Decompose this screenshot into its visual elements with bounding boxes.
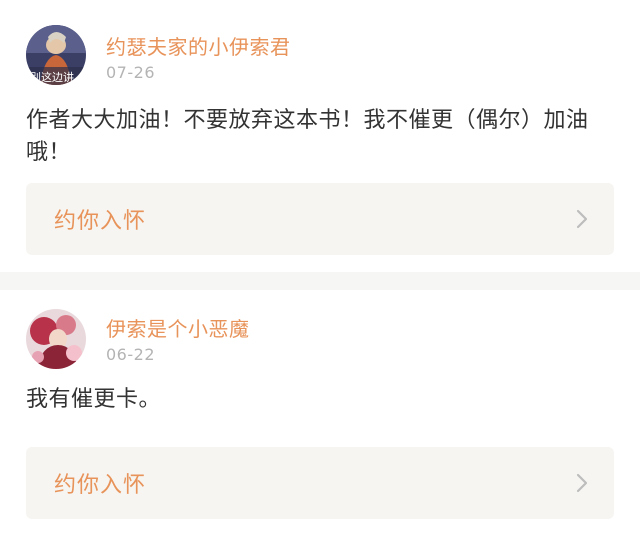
book-title: 约你入怀 (54, 473, 147, 498)
comment-text: 作者大大加油！不要放弃这本书！我不催更（偶尔）加油哦！ (26, 108, 589, 165)
book-link-card[interactable]: 约你入怀 (26, 183, 614, 255)
comment-date: 06-22 (106, 345, 155, 364)
comment-card: 别这边讲 约瑟夫家的小伊索君 07-26 作者大大加油！不要放弃这本书！我不催更… (0, 0, 640, 272)
avatar[interactable]: 别这边讲 (26, 25, 86, 85)
username[interactable]: 伊索是个小恶魔 (106, 313, 250, 342)
comment-date: 07-26 (106, 63, 155, 82)
chevron-right-icon (576, 473, 588, 497)
comment-text: 我有催更卡。 (26, 387, 162, 412)
username[interactable]: 约瑟夫家的小伊索君 (106, 31, 291, 60)
chevron-right-icon (576, 209, 588, 233)
card-separator (0, 272, 640, 290)
avatar-caption: 别这边讲 (30, 70, 74, 84)
comment-card: 伊索是个小恶魔 06-22 我有催更卡。 约你入怀 (0, 290, 640, 546)
avatar[interactable] (26, 309, 86, 369)
book-link-card[interactable]: 约你入怀 (26, 447, 614, 519)
book-title: 约你入怀 (54, 209, 147, 234)
